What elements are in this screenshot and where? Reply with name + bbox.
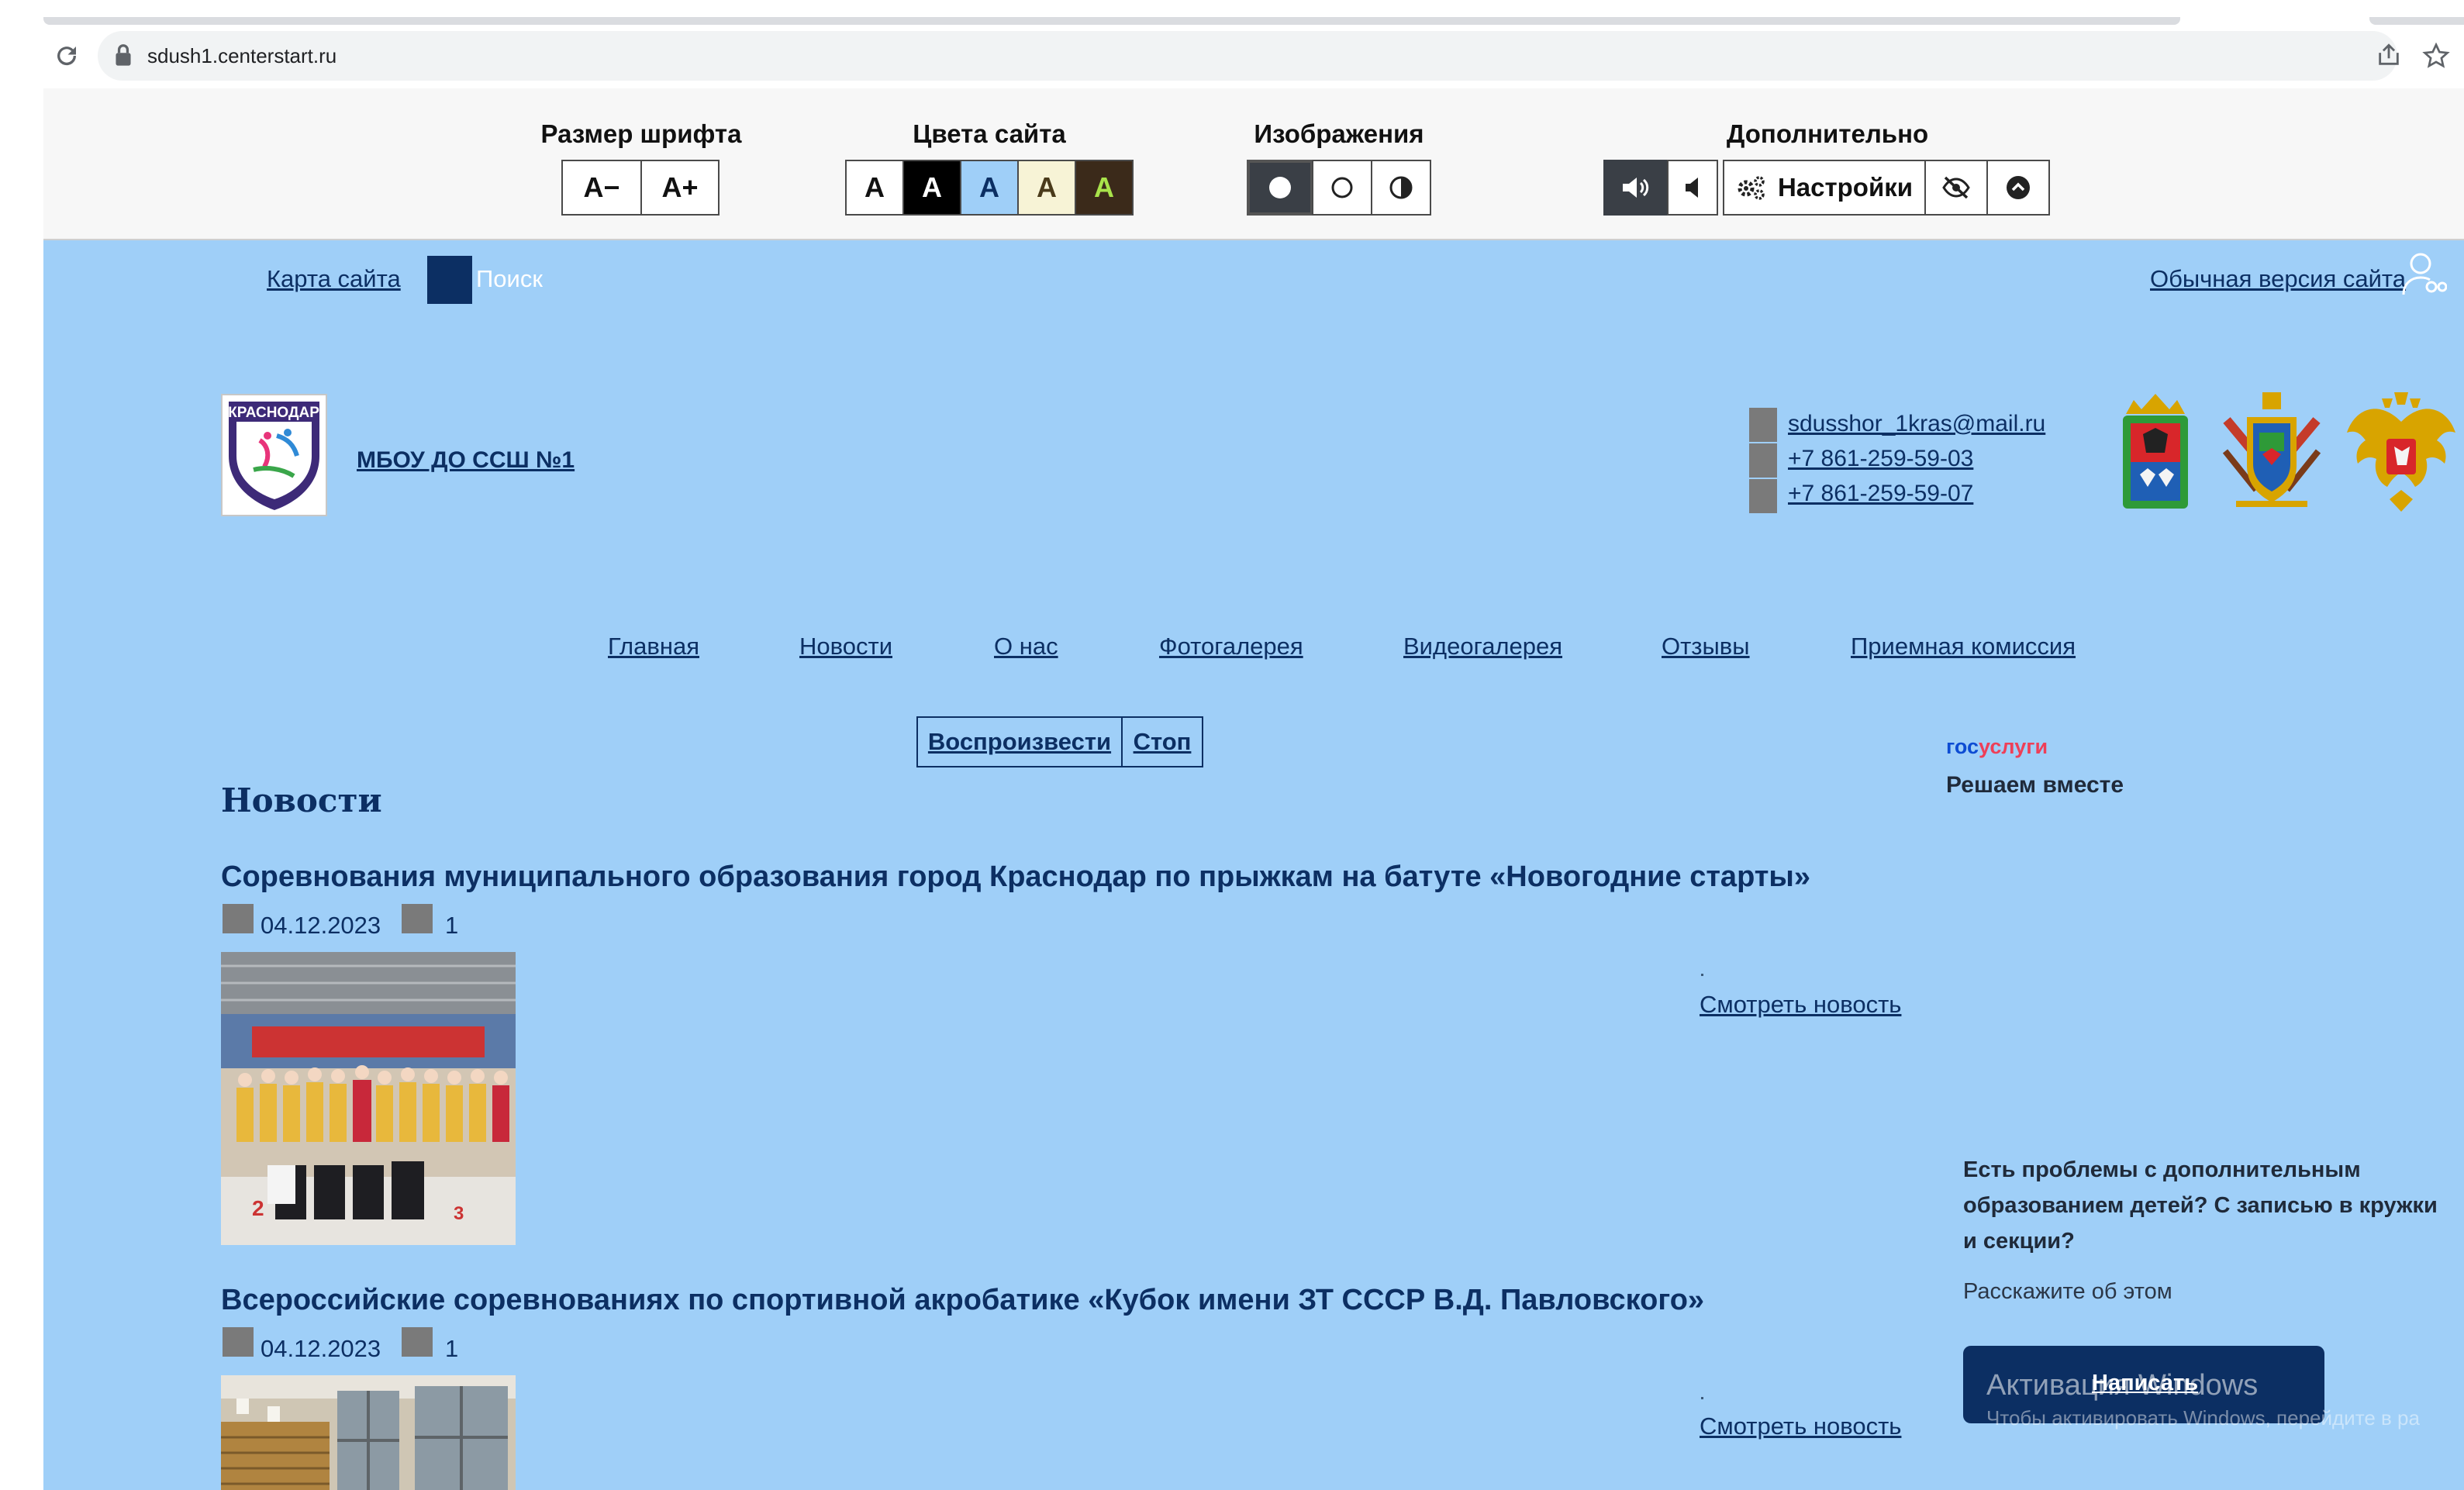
news-date-1: 04.12.2023 bbox=[261, 912, 381, 939]
russia-emblem[interactable] bbox=[2343, 391, 2459, 518]
email-link[interactable]: sdusshor_1kras@mail.ru bbox=[1788, 411, 2045, 437]
speaker-off-icon bbox=[1686, 178, 1698, 198]
calendar-icon bbox=[223, 904, 254, 933]
filled-circle-icon bbox=[1269, 177, 1291, 198]
phone-link-2[interactable]: +7 861-259-59-07 bbox=[1788, 481, 1973, 507]
news-views-1: 1 bbox=[445, 912, 459, 939]
nav-reviews[interactable]: Отзывы bbox=[1662, 633, 1750, 660]
reload-icon[interactable] bbox=[53, 42, 81, 70]
gosuslugi-logo[interactable]: госуслуги bbox=[1946, 735, 2048, 759]
phone-icon bbox=[1749, 443, 1777, 478]
color-scheme-brown[interactable]: A bbox=[1075, 160, 1134, 216]
settings-label: Настройки bbox=[1777, 173, 1914, 202]
share-icon[interactable] bbox=[2376, 42, 2402, 68]
phone-link-1[interactable]: +7 861-259-59-03 bbox=[1788, 446, 1973, 472]
view-news-link-1[interactable]: Смотреть новость bbox=[1700, 991, 1901, 1019]
browser-tab-edge bbox=[2369, 17, 2464, 25]
images-on-button[interactable] bbox=[1247, 160, 1313, 216]
address-bar[interactable] bbox=[98, 31, 2397, 81]
images-off-button[interactable] bbox=[1312, 160, 1372, 216]
nav-video-gallery[interactable]: Видеогалерея bbox=[1403, 633, 1562, 660]
arrow-up-circle-icon bbox=[2007, 176, 2030, 199]
speaker-on-icon bbox=[1623, 178, 1649, 198]
calendar-icon bbox=[223, 1327, 254, 1357]
settings-button[interactable]: Настройки bbox=[1723, 160, 1926, 216]
hide-panel-button[interactable] bbox=[1924, 160, 1988, 216]
news-photo-2[interactable] bbox=[221, 1375, 516, 1490]
lock-icon[interactable] bbox=[115, 43, 132, 67]
school-logo[interactable]: КРАСНОДАР bbox=[221, 394, 327, 516]
news-title-1[interactable]: Соревнования муниципального образования … bbox=[221, 861, 1810, 894]
news-date-2: 04.12.2023 bbox=[261, 1335, 381, 1362]
nav-home[interactable]: Главная bbox=[608, 633, 699, 660]
extra-title: Дополнительно bbox=[1726, 119, 1929, 148]
color-scheme-black[interactable]: A bbox=[902, 160, 961, 216]
gosuslugi-tell: Расскажите об этом bbox=[1963, 1279, 2172, 1304]
gosuslugi-question: Есть проблемы с дополнительным образован… bbox=[1963, 1157, 2438, 1254]
font-decrease-button[interactable]: A− bbox=[561, 160, 642, 216]
color-scheme-white[interactable]: A bbox=[845, 160, 904, 216]
logo-text: КРАСНОДАР bbox=[228, 405, 319, 421]
news-separator-1 bbox=[1701, 974, 1703, 976]
view-news-link-2[interactable]: Смотреть новость bbox=[1700, 1412, 1901, 1440]
news-separator-2 bbox=[1701, 1397, 1703, 1399]
news-title-2[interactable]: Всероссийские соревнованиях по спортивно… bbox=[221, 1284, 1704, 1317]
gosuslugi-write-label[interactable]: Написать bbox=[2092, 1371, 2198, 1396]
org-name-link[interactable]: МБОУ ДО ССШ №1 bbox=[357, 447, 575, 474]
views-icon bbox=[402, 1327, 433, 1357]
empty-circle-icon bbox=[1331, 177, 1353, 198]
browser-tab[interactable] bbox=[43, 17, 2180, 25]
sitemap-link[interactable]: Карта сайта bbox=[267, 265, 401, 293]
gosuslugi-logo-part2: услуги bbox=[1979, 735, 2048, 758]
normal-version-link[interactable]: Обычная версия сайта bbox=[2150, 265, 2406, 293]
color-scheme-blue[interactable]: A bbox=[960, 160, 1019, 216]
font-size-title: Размер шрифта bbox=[540, 119, 742, 148]
phone-icon bbox=[1749, 479, 1777, 513]
svg-text:2: 2 bbox=[252, 1196, 264, 1220]
nav-admissions[interactable]: Приемная комиссия bbox=[1851, 633, 2076, 660]
url-text[interactable]: sdush1.centerstart.ru bbox=[147, 43, 336, 68]
user-glasses-icon[interactable] bbox=[2400, 251, 2447, 298]
nav-about[interactable]: О нас bbox=[994, 633, 1058, 660]
bookmark-star-icon[interactable] bbox=[2422, 42, 2450, 70]
eye-slash-icon bbox=[1942, 176, 1970, 199]
gosuslugi-tagline: Решаем вместе bbox=[1946, 772, 2124, 798]
images-grayscale-button[interactable] bbox=[1371, 160, 1431, 216]
news-photo-1[interactable]: 2 3 bbox=[221, 952, 516, 1245]
news-section-title: Новости bbox=[221, 781, 382, 819]
images-title: Изображения bbox=[1254, 119, 1424, 148]
windows-activation-subtitle: Чтобы активировать Windows, перейдите в … bbox=[1986, 1406, 2420, 1430]
colors-title: Цвета сайта bbox=[913, 119, 1066, 148]
tts-stop-button[interactable]: Стоп bbox=[1123, 718, 1202, 766]
krasnodar-city-emblem[interactable] bbox=[2115, 391, 2196, 516]
gosuslugi-logo-part1: гос bbox=[1946, 735, 1979, 758]
sound-on-button[interactable] bbox=[1603, 160, 1669, 216]
sound-off-button[interactable] bbox=[1667, 160, 1718, 216]
views-icon bbox=[402, 904, 433, 933]
krasnodar-region-emblem[interactable] bbox=[2219, 389, 2324, 519]
search-label[interactable]: Поиск bbox=[476, 265, 543, 293]
half-circle-icon bbox=[1389, 176, 1413, 199]
nav-news[interactable]: Новости bbox=[799, 633, 892, 660]
tts-play-button[interactable]: Воспроизвести bbox=[918, 718, 1123, 766]
tts-controls: Воспроизвести Стоп bbox=[916, 716, 1203, 767]
email-icon bbox=[1749, 408, 1777, 442]
scroll-top-button[interactable] bbox=[1986, 160, 2050, 216]
svg-text:3: 3 bbox=[454, 1203, 464, 1224]
search-icon[interactable] bbox=[427, 256, 472, 304]
news-views-2: 1 bbox=[445, 1335, 459, 1362]
font-increase-button[interactable]: A+ bbox=[640, 160, 720, 216]
nav-photo-gallery[interactable]: Фотогалерея bbox=[1159, 633, 1303, 660]
color-scheme-beige[interactable]: A bbox=[1017, 160, 1076, 216]
gears-icon bbox=[1738, 176, 1765, 200]
